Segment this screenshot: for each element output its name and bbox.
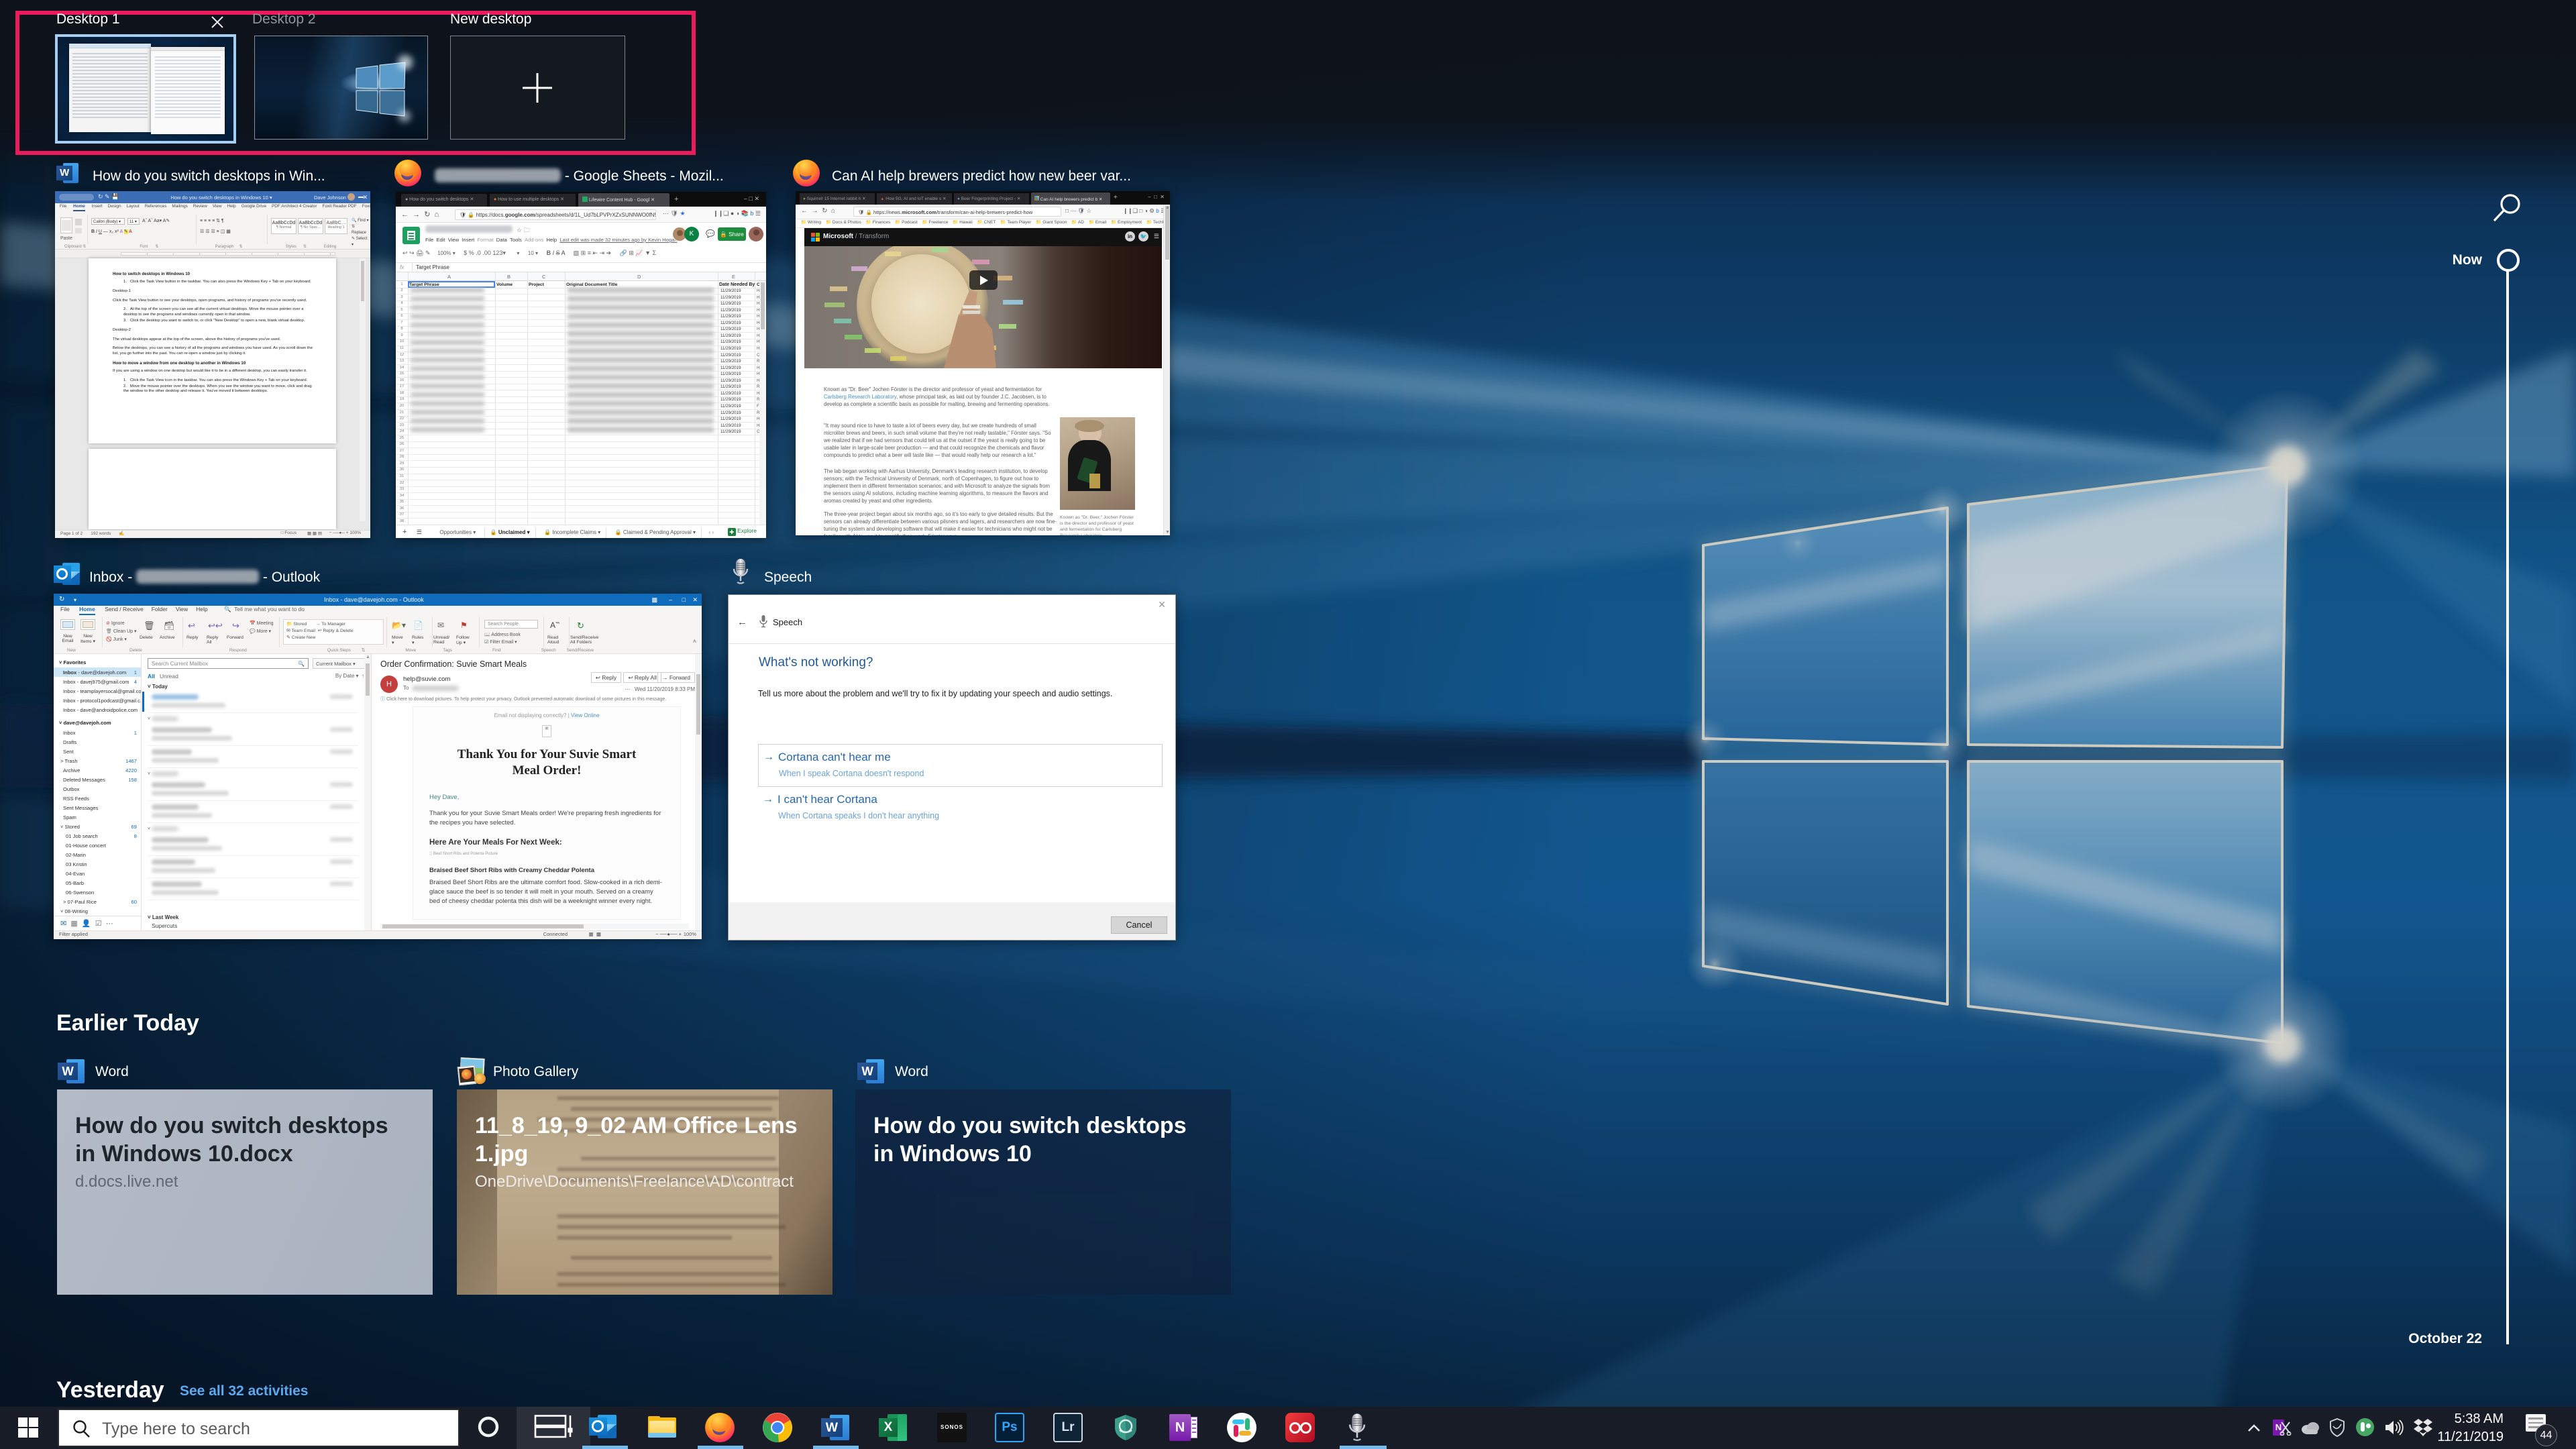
svg-text:Now: Now	[2453, 252, 2483, 268]
